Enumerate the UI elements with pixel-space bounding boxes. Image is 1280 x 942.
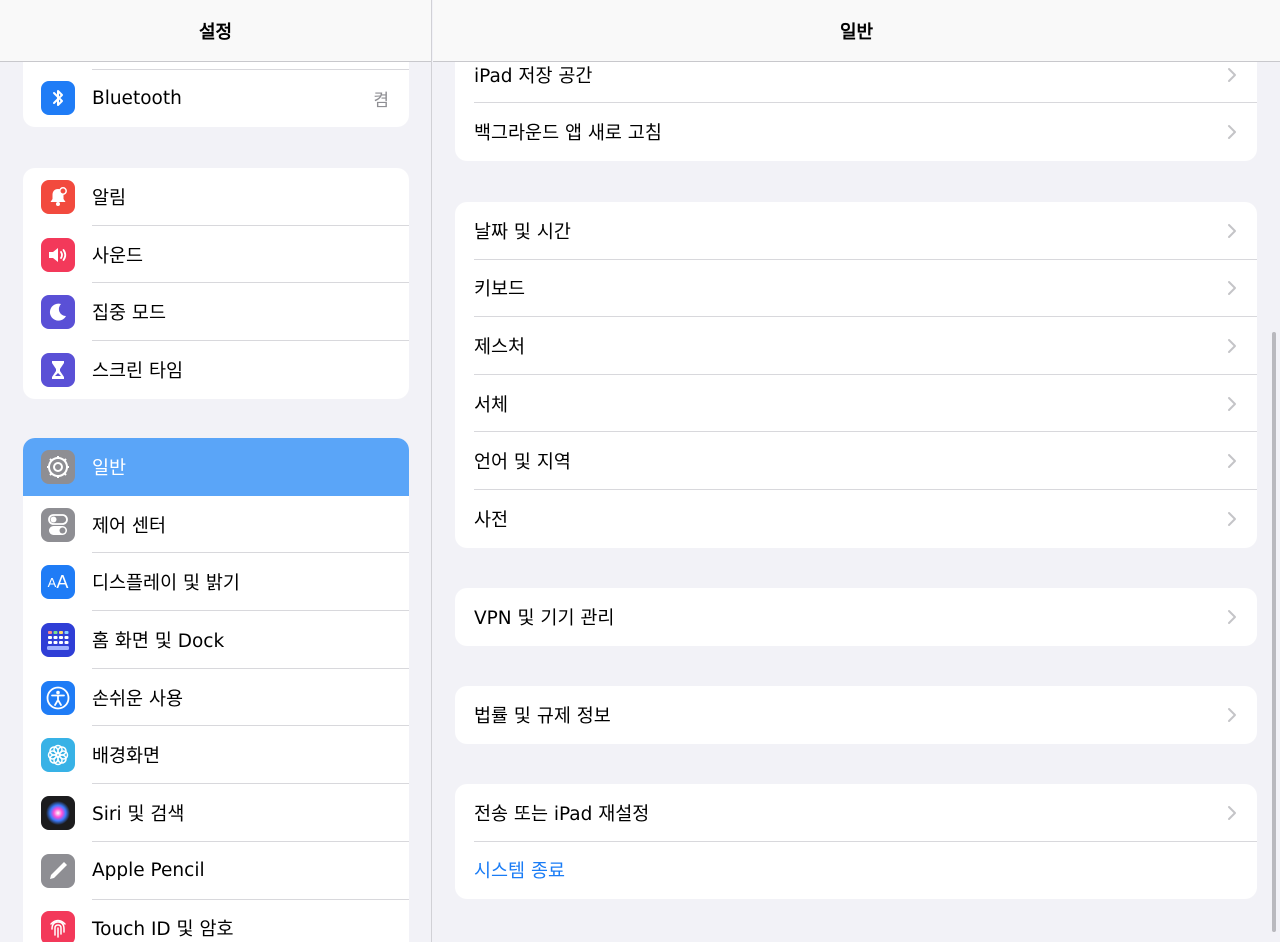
detail-title: 일반 bbox=[839, 21, 874, 43]
chevron-right-icon bbox=[1225, 452, 1239, 470]
moon-icon bbox=[41, 295, 75, 330]
sidebar-item-control-center[interactable]: 제어 센터 bbox=[23, 496, 409, 554]
detail-navbar: 일반 bbox=[433, 0, 1280, 62]
sidebar-item-label: 알림 bbox=[92, 187, 127, 209]
text-size-icon: AA bbox=[41, 565, 75, 600]
list-item-label: 날짜 및 시간 bbox=[474, 221, 571, 243]
sidebar-item-label: 일반 bbox=[92, 457, 127, 479]
home-grid-icon bbox=[41, 622, 75, 657]
flower-icon bbox=[41, 738, 75, 773]
list-item-label: iPad 저장 공간 bbox=[474, 66, 593, 87]
sidebar-item-wallpaper[interactable]: 배경화면 bbox=[23, 726, 409, 784]
sidebar-item-display[interactable]: AA 디스플레이 및 밝기 bbox=[23, 553, 409, 611]
sidebar-navbar: 설정 bbox=[0, 0, 431, 62]
detail-group-legal: 법률 및 규제 정보 bbox=[455, 686, 1257, 744]
sidebar-item-label: Siri 및 검색 bbox=[92, 803, 185, 825]
detail-group-reset: 전송 또는 iPad 재설정 시스템 종료 bbox=[455, 784, 1257, 900]
sidebar-item-notifications[interactable]: 알림 bbox=[23, 168, 409, 226]
list-item-language-region[interactable]: 언어 및 지역 bbox=[455, 432, 1257, 490]
list-item-label: 서체 bbox=[474, 394, 509, 416]
list-item-label: VPN 및 기기 관리 bbox=[474, 607, 615, 629]
sidebar-item-apple-pencil[interactable]: Apple Pencil bbox=[23, 842, 409, 900]
sidebar-item-label: 손쉬운 사용 bbox=[92, 688, 183, 710]
sidebar-item-siri[interactable]: Siri 및 검색 bbox=[23, 784, 409, 842]
sidebar-item-label: 집중 모드 bbox=[92, 303, 166, 325]
sidebar-item-home-screen[interactable]: 홈 화면 및 Dock bbox=[23, 611, 409, 669]
speaker-icon bbox=[41, 237, 75, 272]
list-item-label: 법률 및 규제 정보 bbox=[474, 705, 611, 727]
siri-icon bbox=[41, 795, 75, 830]
list-item-fonts[interactable]: 서체 bbox=[455, 375, 1257, 433]
list-item-label: 제스처 bbox=[474, 336, 526, 358]
sidebar-item-label: 홈 화면 및 Dock bbox=[92, 630, 225, 652]
list-item-label: 사전 bbox=[474, 509, 509, 531]
list-item-label: 언어 및 지역 bbox=[474, 452, 571, 474]
list-item-label: 키보드 bbox=[474, 279, 526, 301]
list-item-keyboard[interactable]: 키보드 bbox=[455, 260, 1257, 318]
list-item-date-time[interactable]: 날짜 및 시간 bbox=[455, 202, 1257, 260]
bell-icon bbox=[41, 179, 75, 214]
list-item-background-refresh[interactable]: 백그라운드 앱 새로 고침 bbox=[455, 103, 1257, 161]
sidebar-item-label: 스크린 타임 bbox=[92, 360, 183, 382]
hourglass-icon bbox=[41, 352, 75, 387]
list-item-gestures[interactable]: 제스처 bbox=[455, 317, 1257, 375]
toggles-icon bbox=[41, 507, 75, 542]
accessibility-icon bbox=[41, 680, 75, 715]
sidebar-item-sounds[interactable]: 사운드 bbox=[23, 226, 409, 284]
detail-pane: 일반 iPad 저장 공간 백그라운드 앱 새로 고침 날짜 및 시간 키보드 … bbox=[433, 0, 1280, 942]
sidebar-item-label: 사운드 bbox=[92, 245, 144, 267]
sidebar-item-bluetooth[interactable]: Bluetooth 켬 bbox=[23, 70, 409, 128]
shutdown-button[interactable]: 시스템 종료 bbox=[455, 842, 1257, 900]
sidebar-item-screen-time[interactable]: 스크린 타임 bbox=[23, 341, 409, 399]
sidebar: 설정 Bluetooth 켬 알림 사운드 집중 모드 스크린 타임 일반 제어… bbox=[0, 0, 432, 942]
detail-group-datetime: 날짜 및 시간 키보드 제스처 서체 언어 및 지역 사전 bbox=[455, 202, 1257, 548]
list-item-dictionary[interactable]: 사전 bbox=[455, 490, 1257, 548]
sidebar-item-label: Bluetooth bbox=[92, 87, 182, 109]
sidebar-item-label: Apple Pencil bbox=[92, 860, 205, 882]
sidebar-item-touch-id[interactable]: Touch ID 및 암호 bbox=[23, 900, 409, 942]
sidebar-title: 설정 bbox=[198, 21, 233, 43]
chevron-right-icon bbox=[1225, 279, 1239, 297]
chevron-right-icon bbox=[1225, 123, 1239, 141]
list-item-label: 백그라운드 앱 새로 고침 bbox=[474, 122, 662, 144]
sidebar-group-general: 일반 제어 센터 AA 디스플레이 및 밝기 홈 화면 및 Dock 손쉬운 사… bbox=[23, 438, 409, 942]
sidebar-item-label: Touch ID 및 암호 bbox=[92, 919, 234, 941]
fingerprint-icon bbox=[41, 911, 75, 942]
sidebar-item-focus[interactable]: 집중 모드 bbox=[23, 283, 409, 341]
sidebar-item-label: 디스플레이 및 밝기 bbox=[92, 573, 240, 595]
chevron-right-icon bbox=[1225, 706, 1239, 724]
bluetooth-icon bbox=[41, 81, 75, 116]
chevron-right-icon bbox=[1225, 804, 1239, 822]
shutdown-label: 시스템 종료 bbox=[474, 861, 565, 883]
sidebar-item-label: 제어 센터 bbox=[92, 515, 166, 537]
list-item-transfer-reset[interactable]: 전송 또는 iPad 재설정 bbox=[455, 784, 1257, 842]
list-item-legal-regulatory[interactable]: 법률 및 규제 정보 bbox=[455, 686, 1257, 744]
list-item-vpn-device-management[interactable]: VPN 및 기기 관리 bbox=[455, 588, 1257, 646]
chevron-right-icon bbox=[1225, 395, 1239, 413]
chevron-right-icon bbox=[1225, 510, 1239, 528]
sidebar-item-general[interactable]: 일반 bbox=[23, 438, 409, 496]
chevron-right-icon bbox=[1225, 222, 1239, 240]
detail-group-storage: iPad 저장 공간 백그라운드 앱 새로 고침 bbox=[455, 47, 1257, 161]
pencil-icon bbox=[41, 853, 75, 888]
detail-group-vpn: VPN 및 기기 관리 bbox=[455, 588, 1257, 646]
scrollbar[interactable] bbox=[1272, 332, 1276, 932]
bluetooth-status: 켬 bbox=[373, 90, 389, 111]
chevron-right-icon bbox=[1225, 66, 1239, 84]
sidebar-group-notifications: 알림 사운드 집중 모드 스크린 타임 bbox=[23, 168, 409, 399]
sidebar-item-label: 배경화면 bbox=[92, 746, 161, 768]
list-item-label: 전송 또는 iPad 재설정 bbox=[474, 803, 650, 825]
sidebar-item-accessibility[interactable]: 손쉬운 사용 bbox=[23, 669, 409, 727]
gear-icon bbox=[41, 449, 75, 484]
chevron-right-icon bbox=[1225, 337, 1239, 355]
chevron-right-icon bbox=[1225, 608, 1239, 626]
